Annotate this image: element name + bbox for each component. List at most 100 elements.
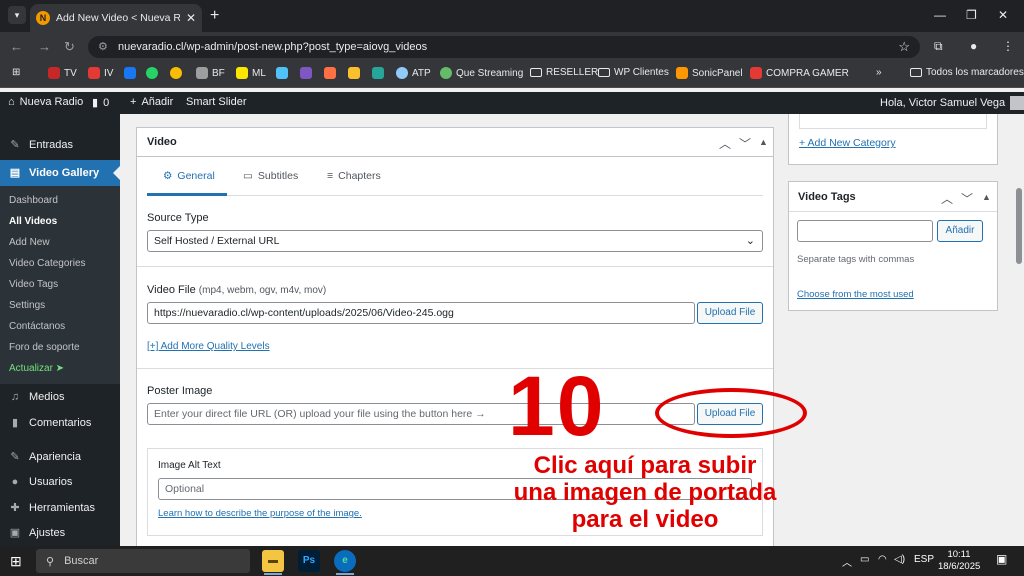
alt-text-help-link[interactable]: Learn how to describe the purpose of the…: [158, 508, 362, 519]
smart-slider-link[interactable]: Smart Slider: [186, 96, 247, 108]
google-icon[interactable]: [170, 67, 182, 79]
bookmark-sonicpanel[interactable]: SonicPanel: [676, 67, 743, 79]
apps-icon[interactable]: ⊞: [12, 67, 20, 78]
restore-icon[interactable]: ❐: [966, 8, 977, 22]
volume-icon[interactable]: ◁): [894, 554, 905, 565]
move-up-icon[interactable]: ︿: [941, 190, 953, 207]
scrollbar-thumb[interactable]: [1016, 188, 1022, 264]
account-menu[interactable]: Hola, Victor Samuel Vega: [880, 96, 1024, 110]
add-new-menu[interactable]: + Añadir: [130, 96, 173, 108]
menu-medios[interactable]: ♫ Medios: [0, 390, 120, 404]
site-name[interactable]: Nueva Radio: [20, 96, 84, 108]
photoshop-icon[interactable]: Ps: [298, 550, 320, 572]
bookmark-iv[interactable]: IV: [88, 67, 113, 79]
tab-general[interactable]: ⚙ General: [163, 170, 215, 182]
bookmark-star-icon[interactable]: ☆: [898, 36, 910, 58]
bookmark-ml[interactable]: ML: [236, 67, 266, 79]
gallery-icon: ▤: [9, 167, 21, 179]
notifications-icon[interactable]: ▣: [996, 552, 1007, 566]
submenu-contactanos[interactable]: Contáctanos: [9, 321, 65, 332]
menu-herramientas[interactable]: ✚ Herramientas: [0, 501, 120, 515]
browser-tab[interactable]: N Add New Video < Nueva Radio ✕: [30, 4, 202, 32]
bookmark-tv[interactable]: TV: [48, 67, 77, 79]
home-icon[interactable]: ⌂ Nueva Radio: [8, 96, 83, 108]
bookmark-icon-b[interactable]: [300, 67, 312, 79]
comments-icon[interactable]: ▮ 0: [92, 96, 109, 110]
video-gallery-submenu: Dashboard All Videos Add New Video Categ…: [0, 186, 120, 384]
site-info-icon[interactable]: ⚙: [98, 36, 108, 58]
move-down-icon[interactable]: ﹀: [739, 135, 751, 152]
taskbar-search[interactable]: ⚲ Buscar: [36, 549, 250, 573]
submenu-add-new[interactable]: Add New: [9, 237, 50, 248]
bookmark-icon-d[interactable]: [348, 67, 360, 79]
chevron-down-icon: ⌄: [745, 235, 755, 247]
tags-input[interactable]: [797, 220, 933, 242]
profile-icon[interactable]: ●: [970, 39, 977, 53]
add-new-category-link[interactable]: + Add New Category: [799, 137, 896, 149]
menu-apariencia[interactable]: ✎ Apariencia: [0, 450, 120, 464]
all-bookmarks[interactable]: Todos los marcadores: [910, 67, 1024, 78]
poster-url-input[interactable]: Enter your direct file URL (OR) upload y…: [147, 403, 695, 425]
bookmark-icon-a[interactable]: [276, 67, 288, 79]
tags-hint: Separate tags with commas: [797, 254, 915, 265]
submenu-video-tags[interactable]: Video Tags: [9, 279, 58, 290]
bookmark-atp[interactable]: ATP: [396, 67, 431, 79]
bookmark-compra-gamer[interactable]: COMPRA GAMER: [750, 67, 849, 79]
source-type-select[interactable]: Self Hosted / External URL ⌄: [147, 230, 763, 252]
bookmark-bf[interactable]: BF: [196, 67, 225, 79]
back-icon[interactable]: ←: [10, 39, 23, 54]
show-hidden-icons-icon[interactable]: ︿: [842, 554, 852, 569]
video-file-input[interactable]: https://nuevaradio.cl/wp-content/uploads…: [147, 302, 695, 324]
bookmark-wp-clientes[interactable]: WP Clientes: [598, 67, 669, 78]
add-quality-levels-link[interactable]: [+] Add More Quality Levels: [147, 341, 270, 352]
extensions-icon[interactable]: ⧉: [934, 39, 943, 54]
file-explorer-icon[interactable]: ▬: [262, 550, 284, 572]
menu-video-gallery[interactable]: ▤ Video Gallery: [0, 160, 120, 186]
edge-icon[interactable]: e: [334, 550, 356, 572]
move-up-icon[interactable]: ︿: [719, 135, 731, 152]
submenu-all-videos[interactable]: All Videos: [9, 216, 57, 227]
close-tab-icon[interactable]: ✕: [186, 11, 196, 25]
menu-comentarios[interactable]: ▮ Comentarios: [0, 416, 120, 430]
submenu-settings[interactable]: Settings: [9, 300, 45, 311]
new-tab-icon[interactable]: +: [210, 7, 219, 25]
tab-subtitles[interactable]: ▭ Subtitles: [243, 170, 298, 182]
reload-icon[interactable]: ↻: [64, 39, 75, 55]
forward-icon[interactable]: →: [38, 39, 51, 54]
scrollbar[interactable]: [1014, 114, 1024, 546]
tab-chapters[interactable]: ≡ Chapters: [327, 170, 381, 182]
submenu-dashboard[interactable]: Dashboard: [9, 195, 58, 206]
submenu-video-categories[interactable]: Video Categories: [9, 258, 86, 269]
active-tab-indicator: [147, 193, 227, 196]
bookmark-reseller[interactable]: RESELLER: [530, 67, 598, 78]
bookmark-icon-e[interactable]: [372, 67, 384, 79]
whatsapp-icon[interactable]: [146, 67, 158, 79]
network-icon[interactable]: ▭: [860, 554, 869, 565]
menu-entradas[interactable]: ✎ Entradas: [0, 138, 120, 152]
move-down-icon[interactable]: ﹀: [961, 190, 973, 207]
toggle-panel-icon[interactable]: ▲: [982, 192, 991, 202]
close-window-icon[interactable]: ✕: [998, 8, 1008, 22]
clock[interactable]: 10:11 18/6/2025: [938, 549, 980, 573]
wifi-icon[interactable]: ◠: [878, 554, 887, 565]
url-text: nuevaradio.cl/wp-admin/post-new.php?post…: [118, 41, 428, 53]
bookmark-icon-c[interactable]: [324, 67, 336, 79]
submenu-actualizar[interactable]: Actualizar ➤: [9, 363, 64, 374]
menu-usuarios[interactable]: ● Usuarios: [0, 475, 120, 489]
menu-icon[interactable]: ⋮: [1002, 39, 1014, 53]
menu-ajustes[interactable]: ▣ Ajustes: [0, 526, 120, 540]
tab-list-icon[interactable]: ▾: [8, 6, 26, 24]
add-tag-button[interactable]: Añadir: [937, 220, 983, 242]
more-bookmarks-icon[interactable]: »: [876, 67, 882, 78]
minimize-icon[interactable]: —: [934, 8, 946, 22]
url-field[interactable]: ⚙ nuevaradio.cl/wp-admin/post-new.php?po…: [88, 36, 920, 58]
folder-icon: [598, 68, 610, 77]
upload-video-button[interactable]: Upload File: [697, 302, 763, 324]
bookmark-que-streaming[interactable]: Que Streaming: [440, 67, 523, 79]
submenu-foro-soporte[interactable]: Foro de soporte: [9, 342, 80, 353]
language-indicator[interactable]: ESP: [914, 554, 934, 565]
most-used-tags-link[interactable]: Choose from the most used: [797, 289, 914, 300]
toggle-panel-icon[interactable]: ▲: [759, 137, 768, 147]
facebook-icon[interactable]: [124, 67, 136, 79]
windows-start-icon[interactable]: ⊞: [10, 553, 22, 570]
